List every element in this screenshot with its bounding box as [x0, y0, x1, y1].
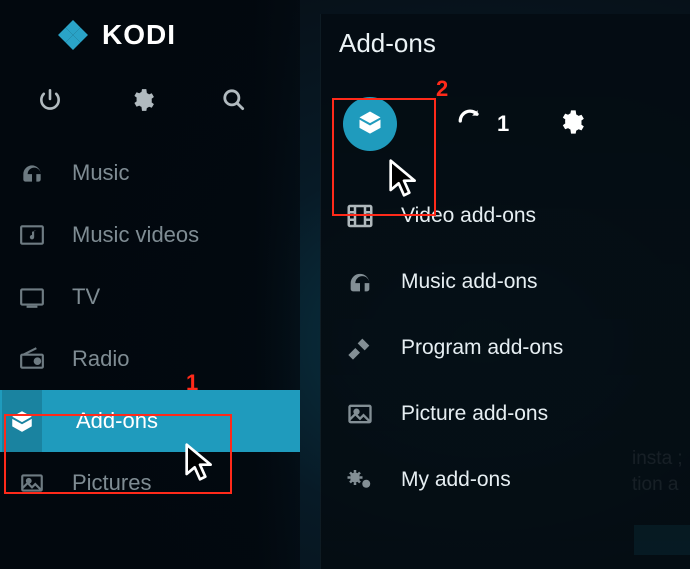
pictures-icon [18, 470, 46, 496]
update-count: 1 [497, 111, 509, 137]
gears-icon [343, 465, 377, 495]
sidebar-item-music[interactable]: Music [0, 142, 300, 204]
category-label: Picture add-ons [401, 402, 548, 426]
sidebar-item-tv[interactable]: TV [0, 266, 300, 328]
main-sidebar: KODI Music M [0, 0, 300, 569]
open-box-icon [356, 108, 384, 141]
power-button[interactable] [36, 86, 64, 114]
category-my-addons[interactable]: My add-ons [321, 447, 690, 513]
gear-icon [557, 123, 585, 140]
app-name: KODI [102, 19, 176, 51]
film-icon [343, 201, 377, 231]
category-program-addons[interactable]: Program add-ons [321, 315, 690, 381]
tools-icon [343, 334, 377, 362]
system-buttons-row [0, 56, 300, 136]
panel-title: Add-ons [321, 14, 690, 69]
sidebar-item-label: Music [72, 160, 129, 186]
sidebar-item-label: Radio [72, 346, 129, 372]
addons-top-row: 1 [321, 69, 690, 179]
addons-settings-button[interactable] [557, 108, 585, 141]
category-picture-addons[interactable]: Picture add-ons [321, 381, 690, 447]
sidebar-item-label: Music videos [72, 222, 199, 248]
sidebar-item-label: Add-ons [76, 408, 158, 434]
category-label: Music add-ons [401, 270, 538, 294]
refresh-icon [457, 108, 483, 140]
main-nav: Music Music videos TV Radio Add-ons [0, 136, 300, 514]
updates-button[interactable]: 1 [457, 108, 509, 140]
category-label: Video add-ons [401, 204, 536, 228]
sidebar-item-radio[interactable]: Radio [0, 328, 300, 390]
category-music-addons[interactable]: Music add-ons [321, 249, 690, 315]
category-video-addons[interactable]: Video add-ons [321, 183, 690, 249]
category-label: My add-ons [401, 468, 511, 492]
radio-icon [18, 346, 46, 372]
headphones-icon [343, 268, 377, 296]
tv-icon [18, 284, 46, 310]
category-label: Program add-ons [401, 336, 563, 360]
sidebar-item-label: Pictures [72, 470, 151, 496]
sidebar-item-music-videos[interactable]: Music videos [0, 204, 300, 266]
install-from-source-button[interactable] [343, 97, 397, 151]
settings-button[interactable] [128, 86, 156, 114]
sidebar-item-addons[interactable]: Add-ons [0, 390, 300, 452]
sidebar-item-pictures[interactable]: Pictures [0, 452, 300, 514]
kodi-logo-icon [56, 18, 90, 52]
addon-categories: Video add-ons Music add-ons Program add-… [321, 179, 690, 513]
image-icon [343, 400, 377, 428]
app-logo: KODI [0, 10, 300, 56]
addons-panel: Add-ons 1 Video add-ons [320, 14, 690, 569]
music-video-icon [18, 222, 46, 248]
headphones-icon [18, 160, 46, 186]
open-box-icon [2, 390, 42, 452]
search-button[interactable] [220, 86, 248, 114]
sidebar-item-label: TV [72, 284, 100, 310]
